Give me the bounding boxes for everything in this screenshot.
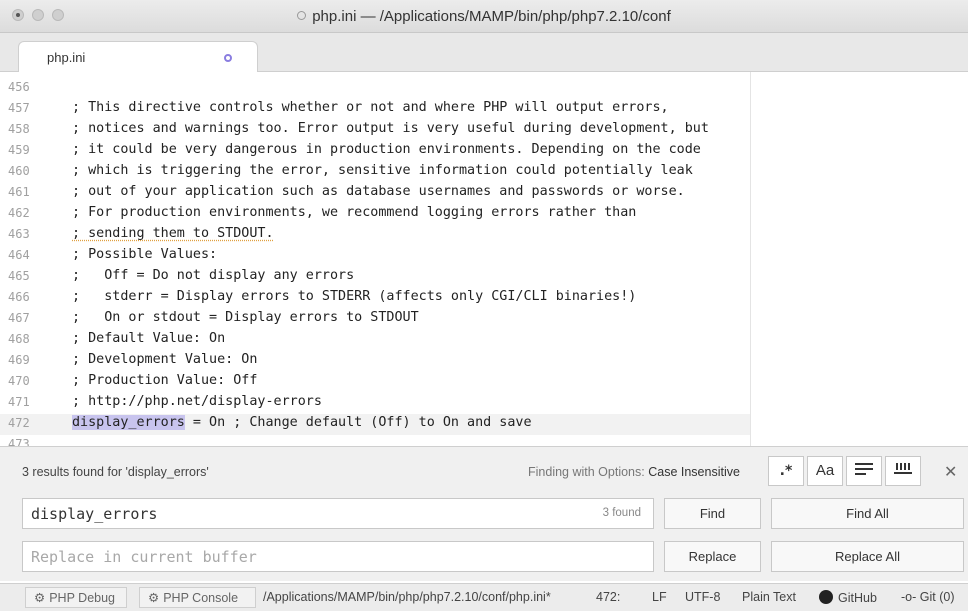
line-text: ; which is triggering the error, sensiti…	[72, 163, 693, 178]
line-text: ; Possible Values:	[72, 247, 218, 262]
wrap-guide	[750, 72, 751, 446]
editor-line[interactable]: 469 ; Development Value: On	[0, 351, 750, 372]
editor-line[interactable]: 466 ; stderr = Display errors to STDERR (…	[0, 288, 750, 309]
find-button[interactable]: Find	[664, 498, 761, 529]
selection-icon	[855, 463, 873, 475]
line-text: ; notices and warnings too. Error output…	[72, 121, 709, 136]
line-text: ; it could be very dangerous in producti…	[72, 142, 701, 157]
line-number: 460	[8, 164, 30, 178]
file-path[interactable]: /Applications/MAMP/bin/php/php7.2.10/con…	[263, 590, 551, 604]
document-icon	[297, 11, 307, 20]
github-button[interactable]: GitHub	[819, 590, 877, 605]
find-and-replace-panel: 3 results found for 'display_errors' Fin…	[0, 446, 968, 581]
editor-line[interactable]: 467 ; On or stdout = Display errors to ST…	[0, 309, 750, 330]
line-text: ; Development Value: On	[72, 352, 258, 367]
replace-button[interactable]: Replace	[664, 541, 761, 572]
line-text: ; Off = Do not display any errors	[72, 268, 355, 283]
line-text: ; Production Value: Off	[72, 373, 258, 388]
window-title: php.ini — /Applications/MAMP/bin/php/php…	[0, 8, 968, 25]
line-number: 462	[8, 206, 30, 220]
found-count: 3 found	[602, 507, 641, 519]
line-number: 465	[8, 269, 30, 283]
editor-line[interactable]: 457 ; This directive controls whether or …	[0, 99, 750, 120]
line-text: ; On or stdout = Display errors to STDOU…	[72, 310, 419, 325]
line-number: 471	[8, 395, 30, 409]
find-results-summary: 3 results found for 'display_errors'	[22, 465, 209, 479]
editor-line[interactable]: 458 ; notices and warnings too. Error out…	[0, 120, 750, 141]
php-console-button[interactable]: ⚙ PHP Console	[139, 587, 256, 608]
replace-placeholder: Replace in current buffer	[31, 548, 257, 566]
find-all-button[interactable]: Find All	[771, 498, 964, 529]
line-number: 466	[8, 290, 30, 304]
editor-line[interactable]: 462 ; For production environments, we rec…	[0, 204, 750, 225]
editor-line[interactable]: 464 ; Possible Values:	[0, 246, 750, 267]
atom-window: php.ini — /Applications/MAMP/bin/php/php…	[0, 0, 968, 611]
line-text: ; sending them to STDOUT.	[72, 226, 274, 241]
line-text: ; Default Value: On	[72, 331, 226, 346]
search-match-highlight: display_errors	[72, 415, 185, 430]
line-number: 458	[8, 122, 30, 136]
line-number: 467	[8, 311, 30, 325]
editor-line[interactable]: 463 ; sending them to STDOUT.	[0, 225, 750, 246]
bug-icon: ⚙	[148, 590, 160, 605]
tab-php-ini[interactable]: php.ini	[18, 41, 258, 72]
line-number: 464	[8, 248, 30, 262]
editor-line[interactable]: 465 ; Off = Do not display any errors	[0, 267, 750, 288]
line-number: 457	[8, 101, 30, 115]
line-text: ; This directive controls whether or not…	[72, 100, 669, 115]
bug-icon: ⚙	[34, 590, 46, 605]
find-input[interactable]: display_errors 3 found	[22, 498, 654, 529]
editor-line[interactable]: 472 display_errors = On ; Change default …	[0, 414, 750, 435]
text-editor[interactable]: 456 457 ; This directive controls whether …	[0, 72, 968, 446]
github-icon	[819, 590, 833, 604]
editor-line[interactable]: 456	[0, 78, 750, 99]
line-number: 461	[8, 185, 30, 199]
line-ending-selector[interactable]: LF	[652, 590, 667, 604]
regex-toggle-button[interactable]: .*	[768, 456, 804, 486]
php-debug-button[interactable]: ⚙ PHP Debug	[25, 587, 127, 608]
line-number: 468	[8, 332, 30, 346]
line-number: 472	[8, 416, 30, 430]
title-bar: php.ini — /Applications/MAMP/bin/php/php…	[0, 0, 968, 33]
find-options-summary: Finding with Options: Case Insensitive	[528, 465, 740, 479]
match-case-toggle-button[interactable]: Aa	[807, 456, 843, 486]
editor-line[interactable]: 460 ; which is triggering the error, sens…	[0, 162, 750, 183]
line-number: 470	[8, 374, 30, 388]
line-number: 456	[8, 80, 30, 94]
replace-input[interactable]: Replace in current buffer	[22, 541, 654, 572]
whole-word-toggle-button[interactable]	[885, 456, 921, 486]
line-number: 469	[8, 353, 30, 367]
line-number: 459	[8, 143, 30, 157]
editor-line[interactable]: 470 ; Production Value: Off	[0, 372, 750, 393]
editor-line[interactable]: 471 ; http://php.net/display-errors	[0, 393, 750, 414]
editor-line[interactable]: 459 ; it could be very dangerous in produ…	[0, 141, 750, 162]
encoding-selector[interactable]: UTF-8	[685, 590, 720, 604]
line-text: display_errors = On ; Change default (Of…	[72, 415, 532, 430]
editor-line[interactable]: 468 ; Default Value: On	[0, 330, 750, 351]
whole-word-icon	[894, 463, 912, 474]
editor-line[interactable]: 473	[0, 435, 750, 446]
line-text: ; out of your application such as databa…	[72, 184, 685, 199]
tab-label: php.ini	[47, 50, 86, 65]
status-bar: ⚙ PHP Debug ⚙ PHP Console /Applications/MA…	[0, 583, 968, 611]
grammar-selector[interactable]: Plain Text	[742, 590, 796, 604]
line-number: 463	[8, 227, 30, 241]
line-text: ; http://php.net/display-errors	[72, 394, 322, 409]
line-text: ; For production environments, we recomm…	[72, 205, 637, 220]
tab-bar: php.ini	[0, 33, 968, 72]
replace-all-button[interactable]: Replace All	[771, 541, 964, 572]
line-number: 473	[8, 437, 30, 446]
line-text: ; stderr = Display errors to STDERR (aff…	[72, 289, 637, 304]
cursor-position[interactable]: 472:	[596, 590, 620, 604]
line-text-rest: = On ; Change default (Off) to On and sa…	[184, 415, 532, 430]
git-commit-icon: -o-	[901, 590, 917, 604]
git-button[interactable]: -o- Git (0)	[901, 590, 955, 604]
close-panel-icon[interactable]: ✕	[944, 462, 957, 482]
modified-dot-icon[interactable]	[224, 54, 232, 62]
only-in-selection-toggle-button[interactable]	[846, 456, 882, 486]
find-input-value: display_errors	[31, 505, 158, 523]
editor-line[interactable]: 461 ; out of your application such as dat…	[0, 183, 750, 204]
